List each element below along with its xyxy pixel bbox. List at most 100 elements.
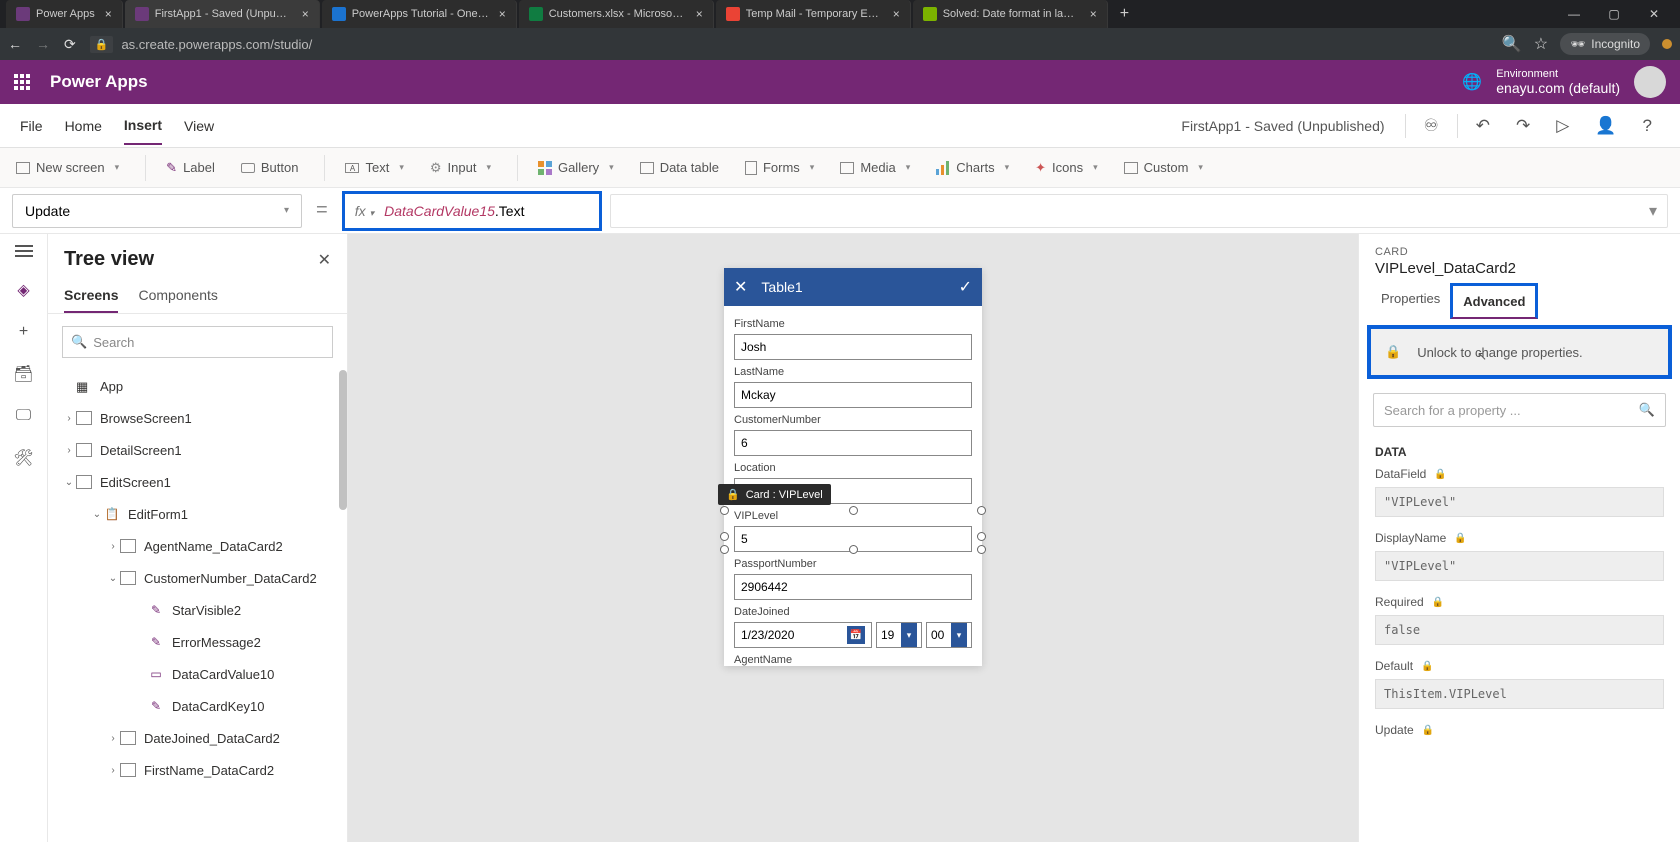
customernumber-input[interactable]: 6 (734, 430, 972, 456)
undo-icon[interactable]: ↶ (1468, 116, 1498, 136)
browser-tab[interactable]: Power Apps× (6, 0, 123, 28)
prop-value-displayname[interactable]: "VIPLevel" (1375, 551, 1664, 581)
custom-dropdown[interactable]: Custom (1124, 160, 1203, 175)
icons-dropdown[interactable]: ✦Icons (1035, 160, 1098, 176)
hour-dropdown[interactable]: 19▾ (876, 622, 922, 648)
formula-input[interactable]: fx DataCardValue15.Text (342, 191, 602, 231)
share-icon[interactable]: 👤 (1587, 116, 1624, 136)
viplevel-card-selected[interactable]: VIPLevel 5 (734, 510, 972, 552)
play-icon[interactable]: ▷ (1548, 116, 1577, 136)
forms-dropdown[interactable]: Forms (745, 160, 814, 175)
unlock-button[interactable]: 🔒 Unlock to change properties. ↖ (1367, 325, 1672, 379)
tree-node[interactable]: ▭DataCardValue10 (48, 658, 347, 690)
forward-icon[interactable]: → (36, 36, 50, 52)
browser-tab[interactable]: PowerApps Tutorial - OneDrive× (322, 0, 517, 28)
tree-node[interactable]: ⌄📋EditForm1 (48, 498, 347, 530)
submit-icon[interactable]: ✓ (959, 277, 972, 297)
reload-icon[interactable]: ⟳ (64, 36, 76, 53)
user-avatar[interactable] (1634, 66, 1666, 98)
charts-dropdown[interactable]: Charts (936, 160, 1009, 175)
close-icon[interactable]: × (105, 7, 112, 21)
redo-icon[interactable]: ↷ (1508, 116, 1538, 136)
tree-search-input[interactable]: 🔍 Search (62, 326, 333, 358)
resize-handle[interactable] (849, 506, 858, 515)
zoom-icon[interactable]: 🔍 (1502, 34, 1522, 54)
close-icon[interactable]: × (499, 7, 506, 21)
minute-dropdown[interactable]: 00▾ (926, 622, 972, 648)
tree-node-app[interactable]: ▦App (48, 370, 347, 402)
property-selector[interactable]: Update ▾ (12, 194, 302, 228)
fx-icon[interactable]: fx (355, 203, 374, 219)
close-icon[interactable]: × (1090, 7, 1097, 21)
profile-icon[interactable] (1662, 39, 1672, 49)
tab-properties[interactable]: Properties (1371, 283, 1450, 319)
incognito-badge[interactable]: 🕶 Incognito (1560, 33, 1650, 55)
resize-handle[interactable] (977, 506, 986, 515)
maximize-icon[interactable]: ▢ (1594, 7, 1634, 21)
lastname-input[interactable]: Mckay (734, 382, 972, 408)
back-icon[interactable]: ← (8, 36, 22, 52)
input-dropdown[interactable]: ⚙Input (430, 160, 491, 176)
help-icon[interactable]: ? (1635, 116, 1660, 136)
scrollbar[interactable] (339, 370, 347, 510)
resize-handle[interactable] (720, 506, 729, 515)
calendar-icon[interactable]: 📅 (847, 626, 865, 644)
resize-handle[interactable] (720, 545, 729, 554)
data-table-button[interactable]: Data table (640, 160, 719, 175)
tab-screens[interactable]: Screens (64, 279, 118, 313)
new-screen-button[interactable]: New screen (16, 160, 119, 175)
browser-tab[interactable]: FirstApp1 - Saved (Unpublished)× (125, 0, 320, 28)
tree-node[interactable]: ✎ErrorMessage2 (48, 626, 347, 658)
button-button[interactable]: Button (241, 160, 299, 175)
tree-node[interactable]: ✎DataCardKey10 (48, 690, 347, 722)
environment-icon[interactable]: 🌐 (1462, 72, 1482, 92)
resize-handle[interactable] (977, 532, 986, 541)
gallery-dropdown[interactable]: Gallery (538, 160, 614, 175)
bookmark-icon[interactable]: ☆ (1534, 34, 1548, 54)
menu-file[interactable]: File (20, 108, 43, 144)
cancel-icon[interactable]: ✕ (734, 277, 747, 297)
tree-node[interactable]: ›DateJoined_DataCard2 (48, 722, 347, 754)
media-icon[interactable]: 🖵 (14, 406, 34, 426)
tree-node[interactable]: ✎StarVisible2 (48, 594, 347, 626)
text-dropdown[interactable]: AText (345, 160, 403, 175)
app-launcher-icon[interactable] (14, 74, 30, 90)
resize-handle[interactable] (720, 532, 729, 541)
hamburger-icon[interactable] (14, 244, 34, 258)
environment-picker[interactable]: Environment enayu.com (default) (1496, 68, 1620, 96)
close-icon[interactable]: × (696, 7, 703, 21)
new-tab-button[interactable]: + (1110, 0, 1139, 28)
minimize-icon[interactable]: — (1554, 7, 1594, 21)
tree-node[interactable]: ›FirstName_DataCard2 (48, 754, 347, 786)
tools-icon[interactable]: 🛠 (14, 448, 34, 468)
date-input[interactable]: 1/23/2020📅 (734, 622, 872, 648)
browser-tab[interactable]: Solved: Date format in labels and× (913, 0, 1108, 28)
add-icon[interactable]: + (14, 322, 34, 342)
property-search-input[interactable]: Search for a property ... 🔍 (1373, 393, 1666, 427)
tree-node[interactable]: ⌄EditScreen1 (48, 466, 347, 498)
close-window-icon[interactable]: ✕ (1634, 7, 1674, 21)
canvas[interactable]: ✕ Table1 ✓ FirstName Josh LastName Mckay… (348, 234, 1358, 842)
prop-value-required[interactable]: false (1375, 615, 1664, 645)
tree-node[interactable]: ›BrowseScreen1 (48, 402, 347, 434)
close-panel-icon[interactable]: ✕ (318, 250, 331, 270)
tree-node[interactable]: ›AgentName_DataCard2 (48, 530, 347, 562)
formula-expand[interactable]: ▾ (610, 194, 1668, 228)
menu-view[interactable]: View (184, 108, 214, 144)
tab-components[interactable]: Components (138, 279, 217, 313)
prop-value-datafield[interactable]: "VIPLevel" (1375, 487, 1664, 517)
address-bar[interactable]: 🔒 as.create.powerapps.com/studio/ (90, 36, 312, 53)
close-icon[interactable]: × (302, 7, 309, 21)
browser-tab[interactable]: Temp Mail - Temporary Email× (716, 0, 911, 28)
tab-advanced[interactable]: Advanced (1450, 283, 1538, 319)
close-icon[interactable]: × (893, 7, 900, 21)
passport-input[interactable]: 2906442 (734, 574, 972, 600)
label-button[interactable]: ✎Label (166, 160, 215, 176)
tree-view-icon[interactable]: ◈ (14, 280, 34, 300)
menu-insert[interactable]: Insert (124, 107, 162, 145)
data-icon[interactable]: 🗃 (14, 364, 34, 384)
resize-handle[interactable] (849, 545, 858, 554)
prop-value-default[interactable]: ThisItem.VIPLevel (1375, 679, 1664, 709)
browser-tab[interactable]: Customers.xlsx - Microsoft Excel× (519, 0, 714, 28)
app-checker-icon[interactable]: ♾ (1416, 116, 1447, 136)
